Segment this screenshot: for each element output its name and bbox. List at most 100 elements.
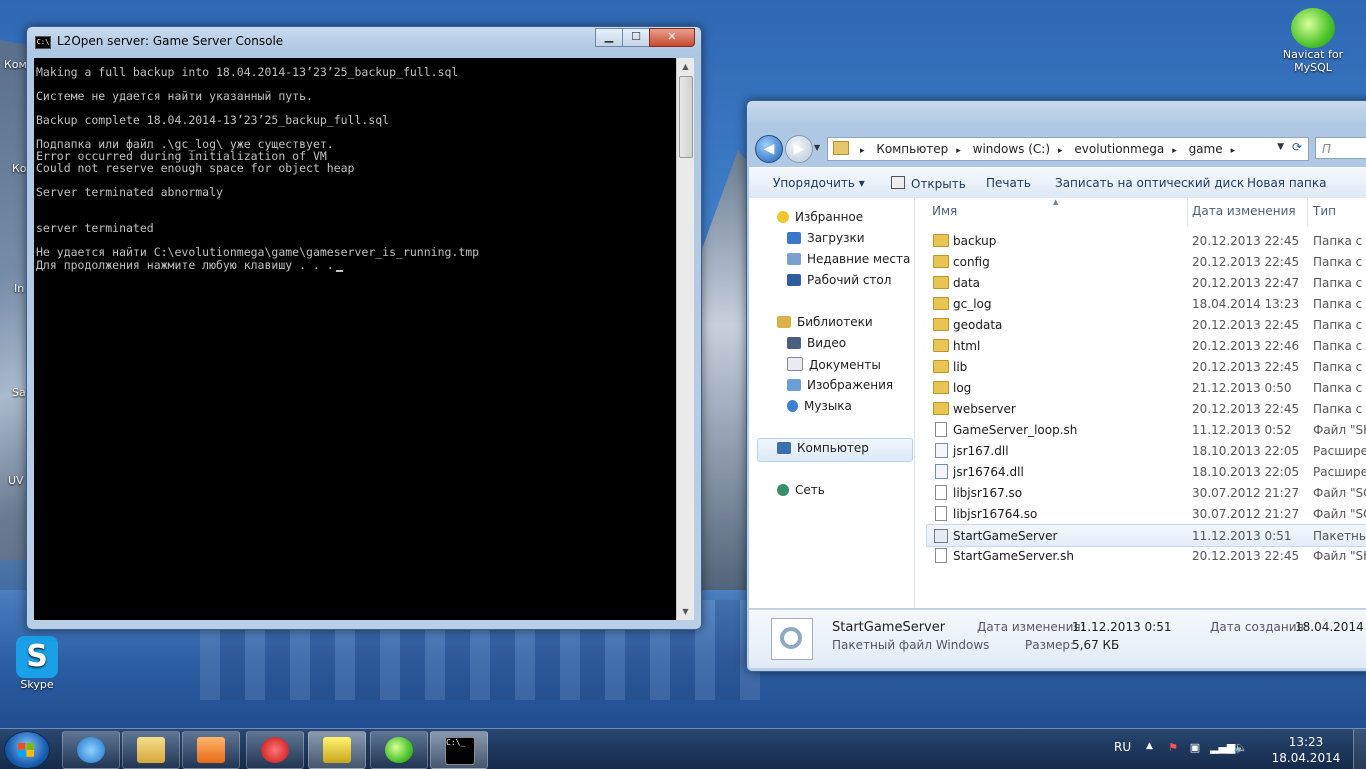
volume-icon[interactable]: 🔈 (1234, 741, 1248, 755)
file-row[interactable]: geodata 20.12.2013 22:45 Папка с ф (927, 314, 1366, 335)
desktop-icon-navicat[interactable]: Navicat for MySQL (1280, 8, 1346, 74)
burn-disc-button[interactable]: Записать на оптический диск (1055, 176, 1244, 190)
file-row[interactable]: html 20.12.2013 22:46 Папка с ф (927, 335, 1366, 356)
file-date: 20.12.2013 22:45 (1192, 255, 1300, 269)
desktop-icon-label-partial[interactable]: Ком (4, 58, 27, 71)
file-row[interactable]: GameServer_loop.sh 11.12.2013 0:52 Файл "S… (927, 419, 1366, 440)
action-center-icon[interactable]: ⚑ (1166, 741, 1180, 755)
close-button[interactable]: ✕ (649, 28, 695, 47)
scroll-up-arrow-icon[interactable]: ▲ (677, 58, 694, 75)
nav-music[interactable]: Музыка (787, 399, 852, 413)
maximize-button[interactable]: ☐ (622, 28, 650, 47)
nav-images[interactable]: Изображения (787, 378, 893, 392)
file-row[interactable]: libjsr16764.so 30.07.2012 21:27 Файл "SO" (927, 503, 1366, 524)
file-row[interactable]: StartGameServer.sh 20.12.2013 22:45 Файл "… (927, 545, 1366, 566)
nav-label: Музыка (804, 399, 852, 413)
show-hidden-icons-button[interactable]: ▲ (1146, 741, 1153, 751)
scrollbar-thumb[interactable] (679, 76, 693, 158)
folder-icon (933, 381, 949, 394)
show-desktop-button[interactable] (1353, 729, 1366, 769)
taskbar-app-navicat[interactable] (370, 731, 428, 769)
column-header-date[interactable]: Дата изменения (1192, 204, 1296, 218)
breadcrumb-item[interactable]: Компьютер (876, 142, 948, 156)
recent-pages-dropdown[interactable]: ▼ (814, 143, 820, 152)
column-divider[interactable] (1307, 198, 1308, 226)
column-divider[interactable] (1187, 198, 1188, 226)
column-header-type[interactable]: Тип (1313, 204, 1336, 218)
clock-date[interactable]: 18.04.2014 (1270, 751, 1342, 765)
file-date: 21.12.2013 0:50 (1192, 381, 1292, 395)
refresh-icon[interactable]: ⟳ (1288, 140, 1306, 156)
batch-file-icon (771, 618, 813, 660)
taskbar: C:\_ RU ▲ ⚑ ▣ ▂▄▆ 🔈 13:23 18.04.2014 (0, 728, 1366, 769)
desktop-icon-skype[interactable]: S Skype (10, 636, 64, 691)
file-row[interactable]: log 21.12.2013 0:50 Папка с ф (927, 377, 1366, 398)
nav-libraries[interactable]: Библиотеки (777, 315, 873, 329)
file-row[interactable]: jsr167.dll 18.10.2013 22:05 Расширен (927, 440, 1366, 461)
print-button[interactable]: Печать (986, 176, 1031, 190)
nav-desktop[interactable]: Рабочий стол (787, 273, 891, 287)
clock-time[interactable]: 13:23 (1278, 735, 1334, 749)
console-line: Системе не удается найти указанный путь. (36, 89, 313, 103)
address-dropdown[interactable]: ▼ (1277, 142, 1284, 152)
start-button[interactable] (4, 731, 50, 769)
taskbar-app-command-prompt[interactable]: C:\_ (430, 731, 488, 769)
network-signal-icon[interactable]: ▂▄▆ (1210, 741, 1235, 755)
folder-icon (137, 737, 165, 763)
minimize-button[interactable]: ▁ (595, 28, 623, 47)
nav-video[interactable]: Видео (787, 336, 846, 350)
network-icon (777, 484, 789, 496)
details-created-value: 18.04.2014 13: (1295, 620, 1366, 634)
desktop-icon-label-partial[interactable]: UV (8, 474, 24, 487)
nav-downloads[interactable]: Загрузки (787, 231, 865, 245)
file-row[interactable]: config 20.12.2013 22:45 Папка с ф (927, 251, 1366, 272)
address-bar[interactable]: ▸ Компьютер ▸ windows (C:) ▸ evolutionmega… (827, 137, 1309, 161)
taskbar-app-opera[interactable] (246, 731, 304, 769)
desktop-icon-label-partial[interactable]: In (14, 282, 24, 295)
file-type: Пакетный (1313, 529, 1366, 543)
forward-button[interactable]: ▶ (785, 135, 813, 163)
device-icon[interactable]: ▣ (1188, 741, 1202, 755)
taskbar-app-media-player-classic[interactable] (308, 731, 366, 769)
nav-recent[interactable]: Недавние места (787, 252, 910, 266)
file-row[interactable]: data 20.12.2013 22:47 Папка с ф (927, 272, 1366, 293)
back-button[interactable]: ◀ (755, 135, 783, 163)
navigation-pane: Избранное Загрузки Недавние места Рабочи… (749, 198, 915, 608)
nav-favorites[interactable]: Избранное (777, 210, 863, 224)
details-modified-label: Дата изменения: (977, 620, 1085, 634)
taskbar-app-internet-explorer[interactable] (62, 731, 120, 769)
console-line: server terminated (36, 221, 154, 235)
console-scrollbar[interactable]: ▲ ▼ (676, 58, 694, 620)
desktop-icon-label-partial[interactable]: Ко (12, 162, 27, 175)
language-indicator[interactable]: RU (1114, 740, 1131, 754)
taskbar-app-windows-explorer[interactable] (122, 731, 180, 769)
file-date: 20.12.2013 22:45 (1192, 360, 1300, 374)
desktop-icon-label-partial[interactable]: Sa (12, 386, 26, 399)
nav-computer[interactable]: Компьютер (777, 441, 869, 455)
scroll-down-arrow-icon[interactable]: ▼ (677, 603, 694, 620)
file-icon (935, 548, 947, 563)
explorer-content: Избранное Загрузки Недавние места Рабочи… (749, 198, 1366, 608)
breadcrumb-item[interactable]: windows (C:) (973, 142, 1050, 156)
new-folder-button[interactable]: Новая папка (1247, 176, 1326, 190)
file-row[interactable]: StartGameServer 11.12.2013 0:51 Пакетный (926, 524, 1366, 547)
nav-network[interactable]: Сеть (777, 483, 825, 497)
file-date: 18.04.2014 13:23 (1192, 297, 1300, 311)
file-row[interactable]: lib 20.12.2013 22:45 Папка с ф (927, 356, 1366, 377)
file-row[interactable]: webserver 20.12.2013 22:45 Папка с ф (927, 398, 1366, 419)
open-button[interactable]: Открыть (891, 176, 966, 191)
breadcrumb-item[interactable]: game (1189, 142, 1223, 156)
nav-documents[interactable]: Документы (787, 357, 881, 372)
breadcrumb-item[interactable]: evolutionmega (1074, 142, 1164, 156)
console-titlebar[interactable]: C:\ L2Open server: Game Server Console ▁… (27, 27, 701, 55)
taskbar-app-media-player[interactable] (182, 731, 240, 769)
console-output[interactable]: Making a full backup into 18.04.2014-13’… (34, 58, 678, 620)
column-header-name[interactable]: Имя (932, 204, 957, 218)
file-row[interactable]: jsr16764.dll 18.10.2013 22:05 Расширен (927, 461, 1366, 482)
file-row[interactable]: gc_log 18.04.2014 13:23 Папка с ф (927, 293, 1366, 314)
file-row[interactable]: libjsr167.so 30.07.2012 21:27 Файл "SO" (927, 482, 1366, 503)
organize-button[interactable]: Упорядочить ▾ (773, 176, 865, 190)
file-row[interactable]: backup 20.12.2013 22:45 Папка с ф (927, 230, 1366, 251)
file-name: log (953, 381, 972, 395)
search-input[interactable]: П (1315, 137, 1366, 159)
